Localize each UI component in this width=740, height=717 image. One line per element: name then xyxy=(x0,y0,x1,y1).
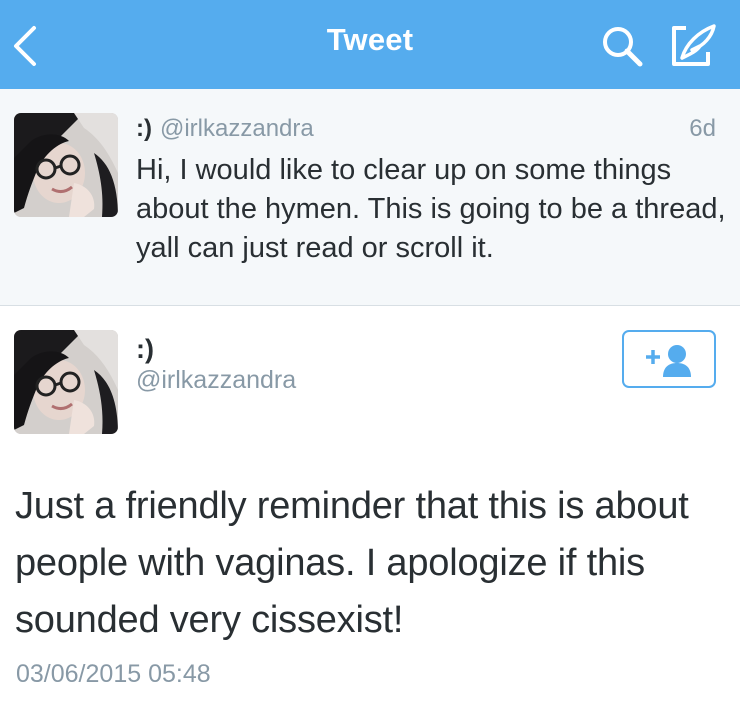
tweet-header: :) @irlkazzandra xyxy=(136,115,314,143)
tweet-text: Hi, I would like to clear up on some thi… xyxy=(136,154,726,264)
display-name[interactable]: :) xyxy=(136,334,154,365)
tweet-text: Just a friendly reminder that this is ab… xyxy=(15,485,689,641)
user-handle[interactable]: @irlkazzandra xyxy=(160,115,314,142)
search-button[interactable] xyxy=(600,24,646,70)
parent-tweet[interactable]: :) @irlkazzandra 6d Hi, I would like to c… xyxy=(0,89,740,306)
follow-button[interactable] xyxy=(622,330,716,388)
search-icon xyxy=(603,27,643,67)
compose-button[interactable] xyxy=(668,22,722,70)
nav-bar: Tweet xyxy=(0,0,740,89)
compose-tweet-icon xyxy=(672,24,716,66)
user-handle[interactable]: @irlkazzandra xyxy=(136,366,296,395)
tweet-timestamp: 03/06/2015 05:48 xyxy=(16,660,211,688)
add-user-icon xyxy=(646,345,691,377)
avatar[interactable] xyxy=(14,113,118,217)
display-name[interactable]: :) xyxy=(136,115,152,142)
avatar[interactable] xyxy=(14,330,118,434)
tweet-time: 6d xyxy=(689,115,716,142)
